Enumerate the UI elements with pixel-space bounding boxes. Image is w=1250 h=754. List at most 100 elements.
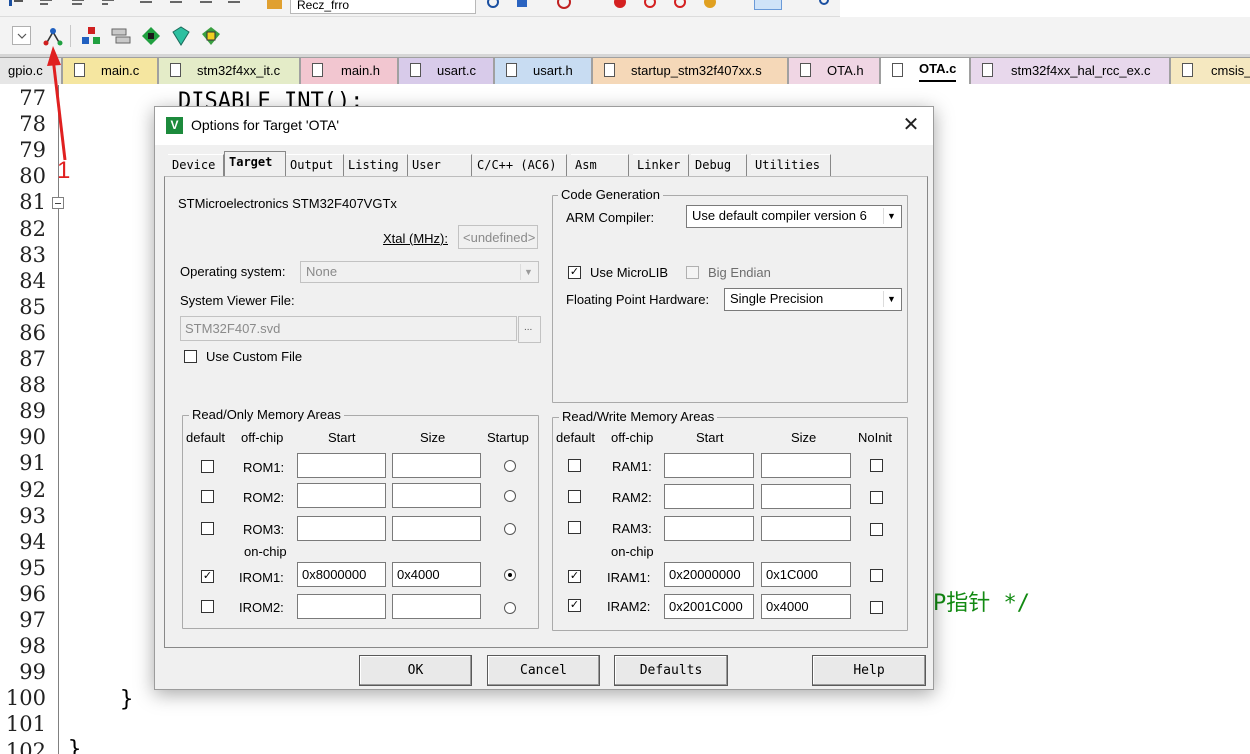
- microlib-checkbox[interactable]: ✓: [568, 266, 581, 279]
- ram-size-input[interactable]: 0x1C000: [761, 562, 851, 587]
- ram-start-input[interactable]: [664, 516, 754, 541]
- tab-utilities[interactable]: Utilities: [751, 154, 831, 176]
- select-packs-icon[interactable]: [140, 26, 162, 46]
- tab-asm[interactable]: Asm: [571, 154, 629, 176]
- tab-ota-c[interactable]: OTA.c: [880, 57, 970, 84]
- rom-startup-radio[interactable]: [504, 460, 516, 472]
- format-icon[interactable]: [198, 0, 214, 10]
- rom-start-input[interactable]: [297, 483, 386, 508]
- compiler-select[interactable]: Use default compiler version 6 ▼: [686, 205, 902, 228]
- unindent-icon[interactable]: [38, 0, 54, 10]
- help-button[interactable]: Help: [812, 655, 926, 686]
- breakpoint-empty-icon[interactable]: [642, 0, 658, 10]
- rom-size-input[interactable]: [392, 483, 481, 508]
- uncomment-icon[interactable]: [100, 0, 116, 10]
- indent-icon[interactable]: [8, 0, 24, 10]
- rom-startup-radio[interactable]: [504, 523, 516, 535]
- ram-noinit-checkbox[interactable]: [870, 523, 883, 536]
- tab-target[interactable]: Target: [224, 151, 286, 177]
- tab-cmsis[interactable]: cmsis_: [1170, 57, 1250, 84]
- rom-default-checkbox[interactable]: ✓: [201, 570, 214, 583]
- pack-installer-icon[interactable]: [170, 26, 192, 46]
- ram-size-input[interactable]: [761, 453, 851, 478]
- rom-startup-radio[interactable]: [504, 490, 516, 502]
- tab-cpp[interactable]: C/C++ (AC6): [473, 154, 567, 176]
- ram-start-input[interactable]: [664, 453, 754, 478]
- ok-button[interactable]: OK: [359, 655, 472, 686]
- tab-debug[interactable]: Debug: [691, 154, 747, 176]
- rom-size-input[interactable]: [392, 594, 481, 619]
- use-custom-file-checkbox[interactable]: [184, 350, 197, 363]
- rom-default-checkbox[interactable]: [201, 490, 214, 503]
- big-endian-checkbox[interactable]: [686, 266, 699, 279]
- find-files-icon[interactable]: [266, 0, 282, 10]
- ram-size-input[interactable]: [761, 484, 851, 509]
- rom-size-input[interactable]: [392, 453, 481, 478]
- dialog-titlebar[interactable]: V Options for Target 'OTA' ✕: [155, 107, 933, 145]
- rom-startup-radio[interactable]: [504, 569, 516, 581]
- ram-size-input[interactable]: 0x4000: [761, 594, 851, 619]
- software-packs-icon[interactable]: [200, 26, 222, 46]
- rom-default-checkbox[interactable]: [201, 460, 214, 473]
- svf-input[interactable]: STM32F407.svd: [180, 316, 517, 341]
- os-select[interactable]: None ▼: [300, 261, 539, 283]
- tab-gpio-c[interactable]: gpio.c: [0, 57, 62, 84]
- tab-ota-h[interactable]: OTA.h: [788, 57, 880, 84]
- tab-output[interactable]: Output: [286, 154, 344, 176]
- tab-usart-c[interactable]: usart.c: [398, 57, 494, 84]
- wrench-icon[interactable]: [814, 0, 830, 10]
- find-combo[interactable]: Recz_frro: [290, 0, 476, 14]
- config-icon[interactable]: [514, 0, 530, 10]
- fold-toggle[interactable]: [52, 197, 64, 209]
- format2-icon[interactable]: [226, 0, 242, 10]
- tab-main-h[interactable]: main.h: [300, 57, 398, 84]
- rom-default-checkbox[interactable]: [201, 600, 214, 613]
- close-icon[interactable]: ✕: [899, 113, 923, 137]
- rom-start-input[interactable]: [297, 516, 386, 541]
- tab-user[interactable]: User: [408, 154, 472, 176]
- ram-default-checkbox[interactable]: [568, 521, 581, 534]
- tab-usart-h[interactable]: usart.h: [494, 57, 592, 84]
- tab-listing[interactable]: Listing: [344, 154, 408, 176]
- target-dropdown[interactable]: [12, 26, 31, 45]
- ram-default-checkbox[interactable]: [568, 459, 581, 472]
- tab-linker[interactable]: Linker: [633, 154, 689, 176]
- tab-main-c[interactable]: main.c: [62, 57, 158, 84]
- svf-browse-button[interactable]: ...: [518, 316, 541, 343]
- ram-default-checkbox[interactable]: ✓: [568, 599, 581, 612]
- ram-default-checkbox[interactable]: ✓: [568, 570, 581, 583]
- comment-icon[interactable]: [70, 0, 86, 10]
- rom-default-checkbox[interactable]: [201, 522, 214, 535]
- ram-start-input[interactable]: 0x2001C000: [664, 594, 754, 619]
- tab-stm32f4xx-it-c[interactable]: stm32f4xx_it.c: [158, 57, 300, 84]
- cancel-button[interactable]: Cancel: [487, 655, 600, 686]
- search-icon[interactable]: [486, 0, 502, 10]
- defaults-button[interactable]: Defaults: [614, 655, 728, 686]
- rom-size-input[interactable]: 0x4000: [392, 562, 481, 587]
- rom-startup-radio[interactable]: [504, 602, 516, 614]
- tab-startup-s[interactable]: startup_stm32f407xx.s: [592, 57, 788, 84]
- ram-noinit-checkbox[interactable]: [870, 601, 883, 614]
- breakpoint-disable-icon[interactable]: [672, 0, 688, 10]
- manage-project-icon[interactable]: [80, 26, 102, 46]
- tab-device[interactable]: Device: [168, 154, 224, 176]
- ram-start-input[interactable]: 0x20000000: [664, 562, 754, 587]
- ram-noinit-checkbox[interactable]: [870, 459, 883, 472]
- options-for-target-icon[interactable]: [42, 26, 64, 46]
- rom-start-input[interactable]: [297, 453, 386, 478]
- ram-size-input[interactable]: [761, 516, 851, 541]
- tab-hal-rcc-ex-c[interactable]: stm32f4xx_hal_rcc_ex.c: [970, 57, 1170, 84]
- rom-start-input[interactable]: 0x8000000: [297, 562, 386, 587]
- debug-icon[interactable]: [556, 0, 572, 10]
- manage-components-icon[interactable]: [110, 26, 132, 46]
- ram-default-checkbox[interactable]: [568, 490, 581, 503]
- rom-size-input[interactable]: [392, 516, 481, 541]
- indent-more-icon[interactable]: [138, 0, 154, 10]
- window-layout-icon[interactable]: [754, 0, 782, 10]
- rom-start-input[interactable]: [297, 594, 386, 619]
- ram-noinit-checkbox[interactable]: [870, 569, 883, 582]
- fpu-select[interactable]: Single Precision ▼: [724, 288, 902, 311]
- ram-start-input[interactable]: [664, 484, 754, 509]
- indent-less-icon[interactable]: [168, 0, 184, 10]
- ram-noinit-checkbox[interactable]: [870, 491, 883, 504]
